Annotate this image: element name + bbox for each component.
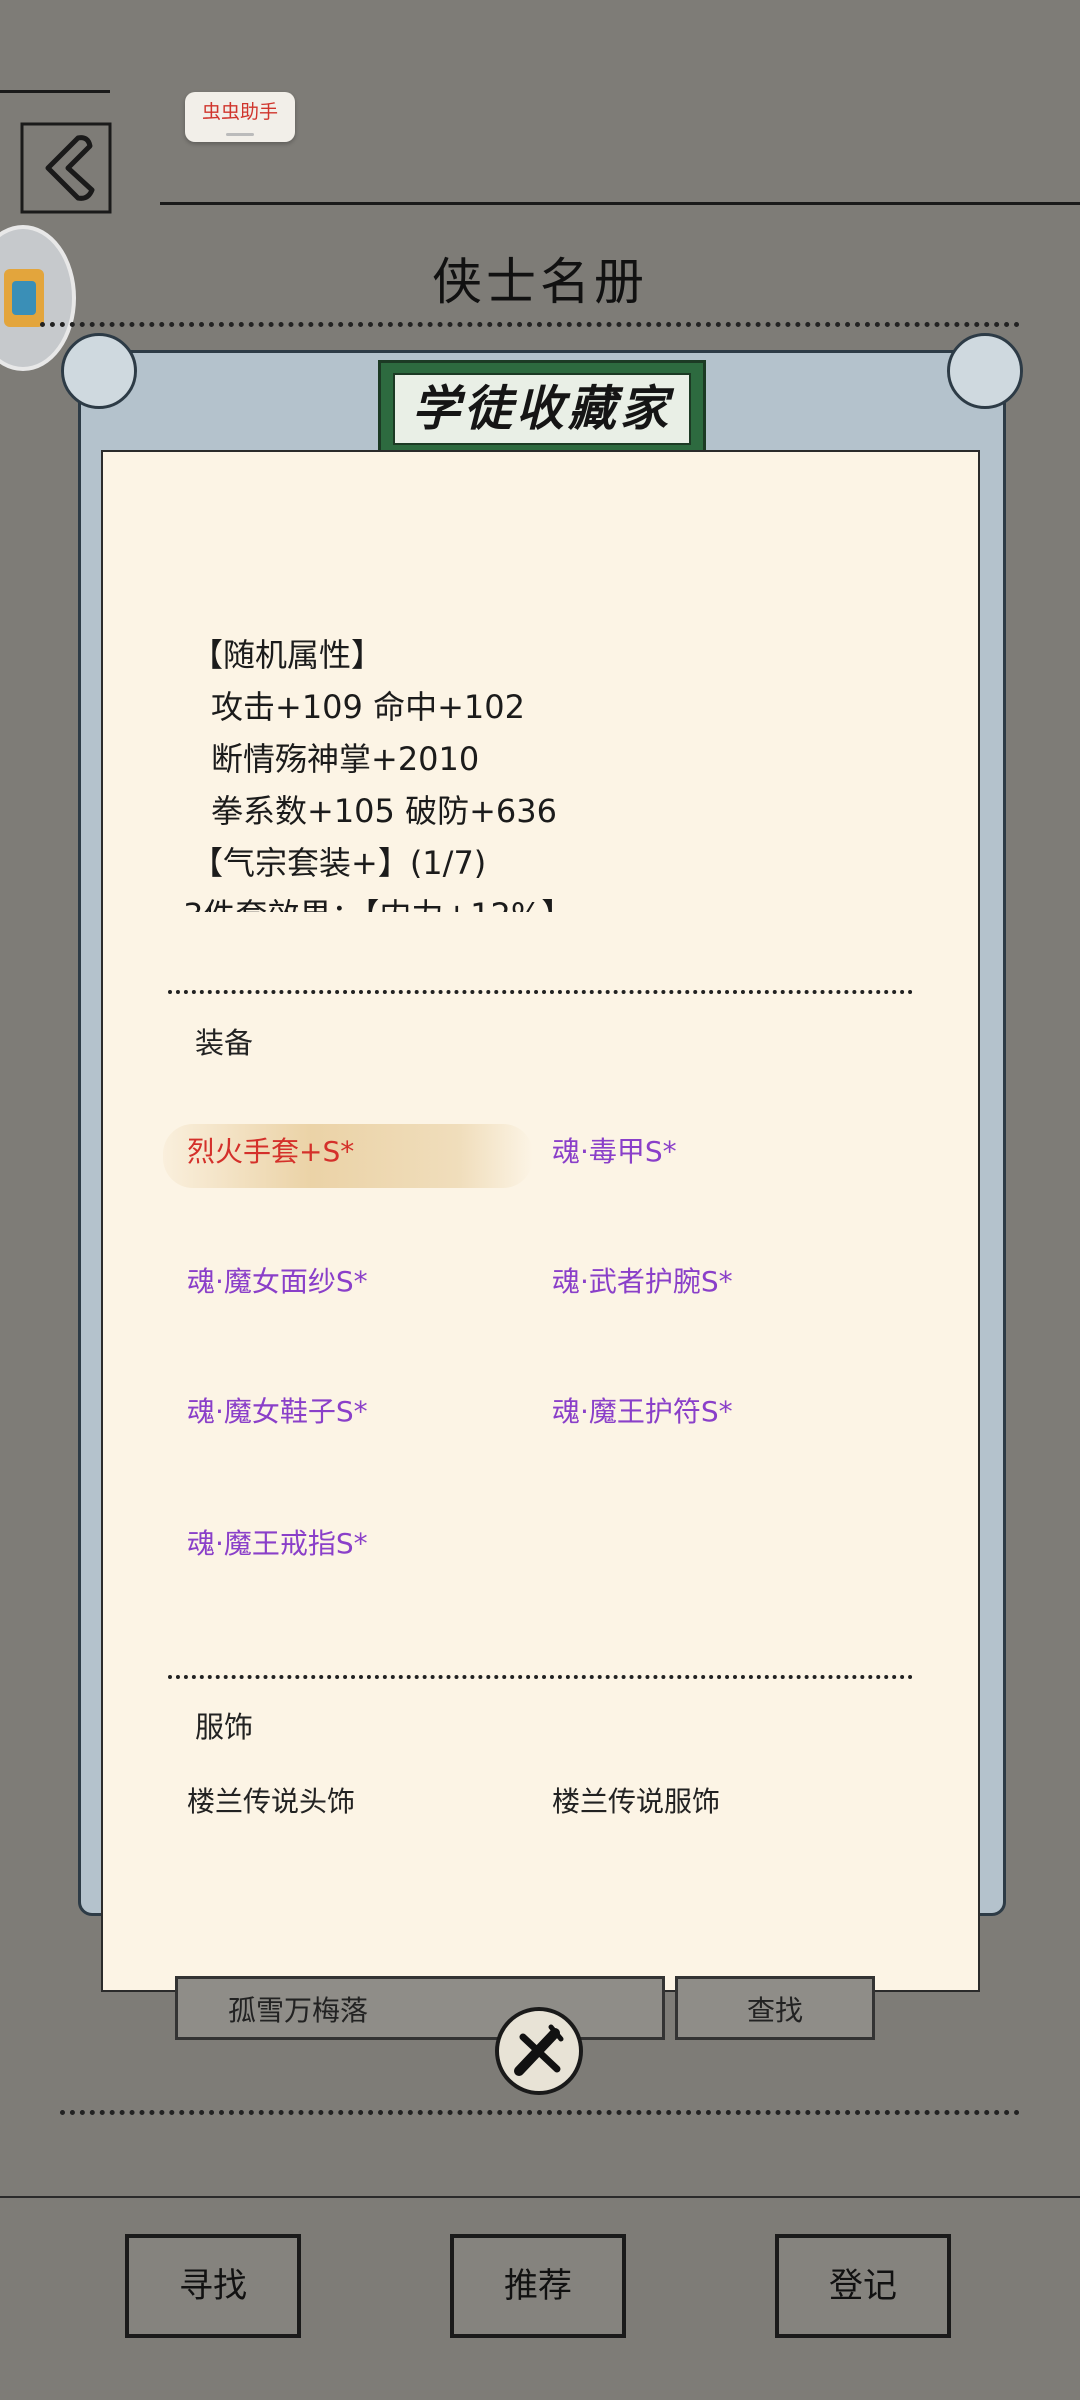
search-button[interactable]: 查找 <box>675 1976 875 2040</box>
page-title: 侠士名册 <box>432 253 648 311</box>
helper-badge[interactable]: 虫虫助手 <box>185 92 295 142</box>
top-rule-left <box>0 90 110 93</box>
attr-line: 攻击+109 命中+102 <box>211 688 525 726</box>
helper-badge-handle <box>226 133 254 136</box>
equipment-header: 装备 <box>195 1026 254 1060</box>
attr-line: 断情殇神掌+2010 <box>211 740 480 778</box>
set-effect: 3件套效果：【内力+12%】 <box>183 890 573 912</box>
costume-item[interactable]: 楼兰传说服饰 <box>552 1780 720 1820</box>
top-rule <box>160 202 1080 205</box>
find-button[interactable]: 寻找 <box>125 2234 301 2338</box>
equipment-item[interactable]: 魂·魔女鞋子S* <box>187 1390 368 1430</box>
equipment-item[interactable]: 魂·魔王护符S* <box>552 1390 733 1430</box>
attr-line: 拳系数+105 破防+636 <box>211 792 557 830</box>
title-divider <box>40 322 1020 327</box>
recommend-button[interactable]: 推荐 <box>450 2234 626 2338</box>
costume-header: 服饰 <box>195 1710 254 1744</box>
random-attributes-panel[interactable]: 【随机属性】 攻击+109 命中+102 断情殇神掌+2010 拳系数+105 … <box>183 572 743 912</box>
detail-card: 【随机属性】 攻击+109 命中+102 断情殇神掌+2010 拳系数+105 … <box>103 452 978 1990</box>
random-attrs-header: 【随机属性】 <box>191 636 384 674</box>
equipment-item[interactable]: 魂·武者护腕S* <box>552 1260 733 1300</box>
title-plaque: 学徒收藏家 <box>378 360 706 458</box>
section-divider <box>168 1675 913 1679</box>
equipment-item[interactable]: 烈火手套+S* <box>187 1130 354 1170</box>
helper-badge-label: 虫虫助手 <box>201 101 278 123</box>
set-name: 【气宗套装+】(1/7) <box>191 844 487 882</box>
search-input[interactable]: 孤雪万梅落 <box>175 1976 665 2040</box>
section-divider <box>168 990 913 994</box>
title-plaque-text: 学徒收藏家 <box>393 373 691 445</box>
close-button[interactable] <box>495 2007 583 2095</box>
equipment-item[interactable]: 魂·毒甲S* <box>552 1130 677 1170</box>
close-x-icon <box>514 2024 564 2076</box>
back-arrow-icon <box>20 122 112 214</box>
equipment-item[interactable]: 魂·魔女面纱S* <box>187 1260 368 1300</box>
back-button[interactable] <box>18 120 114 216</box>
costume-item[interactable]: 楼兰传说头饰 <box>187 1780 355 1820</box>
register-button[interactable]: 登记 <box>775 2234 951 2338</box>
bottom-divider <box>60 2110 1020 2115</box>
nav-rule <box>0 2196 1080 2198</box>
equipment-item[interactable]: 魂·魔王戒指S* <box>187 1522 368 1562</box>
